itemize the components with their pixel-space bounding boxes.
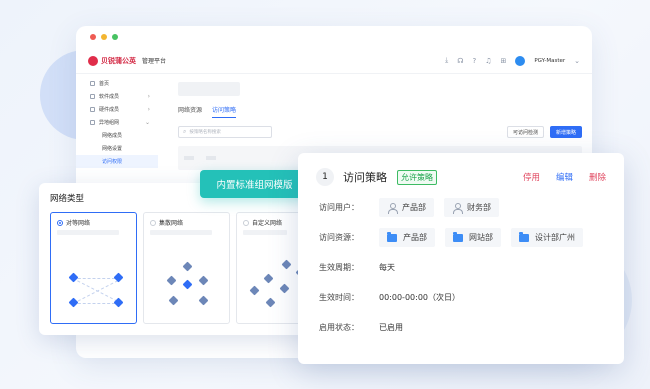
user-group-chip: 财务部	[444, 198, 499, 217]
sidebar-item-label: 访问权限	[102, 159, 123, 165]
brand-logo-icon	[88, 55, 98, 66]
sidebar-item-label: 网络设置	[102, 146, 123, 152]
policy-card-header: 1 访问策略 允许策略 停用 编辑 删除	[316, 168, 606, 186]
time-label: 生效时间：	[319, 293, 359, 302]
edit-button[interactable]: 编辑	[556, 171, 573, 183]
radio-button[interactable]	[57, 219, 63, 226]
user-group-chip: 产品部	[379, 198, 434, 217]
help-icon[interactable]: ?	[472, 57, 476, 65]
sidebar-item-label: 首页	[99, 81, 110, 87]
chip-label: 产品部	[402, 203, 426, 212]
close-window-button[interactable]	[90, 34, 96, 40]
description-placeholder	[150, 230, 212, 235]
bell-icon[interactable]: ♫	[485, 57, 491, 65]
sidebar-item-label: 硬件成员	[99, 107, 120, 113]
search-input[interactable]: ⌕ 按策略名称搜索	[178, 126, 272, 138]
network-type-label: 自定义网络	[252, 220, 283, 227]
network-type-label: 对等网络	[66, 220, 91, 227]
sidebar-item-label: 异地组网	[99, 120, 120, 126]
chip-label: 设计部广州	[535, 233, 575, 242]
policy-row-users: 访问用户： 产品部 财务部	[316, 198, 606, 217]
peer-network-diagram-icon	[57, 253, 130, 315]
sidebar-item-software-members[interactable]: 软件成员 ›	[76, 90, 158, 103]
period-value: 每天	[379, 263, 395, 272]
avatar[interactable]	[515, 55, 526, 66]
users-label: 访问用户：	[319, 203, 359, 212]
tab-bar: 网络资源 访问策略	[178, 105, 582, 118]
software-icon	[90, 94, 95, 99]
hub-network-diagram-icon	[150, 253, 223, 315]
network-type-option-peer[interactable]: 对等网络	[50, 212, 137, 324]
chip-label: 产品部	[403, 233, 427, 242]
status-value: 已启用	[379, 323, 403, 332]
sidebar-item-network-settings[interactable]: 网络设置	[76, 142, 158, 155]
folder-icon	[387, 231, 397, 242]
time-value: 00:00-00:00（次日）	[379, 293, 460, 302]
maximize-window-button[interactable]	[112, 34, 118, 40]
description-placeholder	[243, 230, 287, 235]
search-icon: ⌕	[183, 128, 187, 135]
home-icon	[90, 81, 95, 86]
status-label: 启用状态：	[319, 323, 359, 332]
sidebar-item-home[interactable]: 首页	[76, 77, 158, 90]
tab-access-policy[interactable]: 访问策略	[212, 105, 237, 118]
tab-network-resources[interactable]: 网络资源	[178, 105, 202, 118]
policy-title: 访问策略	[343, 171, 387, 184]
chevron-down-icon[interactable]: ⌄	[574, 57, 580, 65]
chip-label: 网站部	[469, 233, 493, 242]
resource-chip: 设计部广州	[511, 228, 583, 247]
page-title-placeholder	[178, 82, 240, 96]
radio-button[interactable]	[150, 219, 156, 226]
chevron-down-icon: ⌄	[144, 119, 150, 126]
sidebar-item-label: 网络成员	[102, 133, 123, 139]
policy-row-time: 生效时间： 00:00-00:00（次日）	[316, 288, 606, 307]
sidebar-item-label: 软件成员	[99, 94, 120, 100]
delete-button[interactable]: 删除	[589, 171, 606, 183]
hardware-icon	[90, 107, 95, 112]
status-badge: 允许策略	[397, 169, 437, 185]
sidebar-item-remote-network[interactable]: 异地组网 ⌄	[76, 116, 158, 129]
download-icon[interactable]: ⤓	[445, 56, 448, 65]
template-banner: 内置标准组网模版	[200, 170, 309, 198]
network-type-label: 集散网络	[159, 220, 184, 227]
network-icon	[90, 120, 95, 125]
network-type-card: 网络类型 对等网络 集散网络 自定义网络	[39, 183, 335, 335]
search-placeholder: 按策略名称搜索	[189, 130, 221, 135]
sidebar-item-access-permissions[interactable]: 访问权限	[76, 155, 158, 168]
minimize-window-button[interactable]	[101, 34, 107, 40]
platform-name: 管理平台	[142, 58, 167, 65]
window-titlebar	[76, 26, 592, 48]
sidebar-item-hardware-members[interactable]: 硬件成员 ›	[76, 103, 158, 116]
resource-chip: 产品部	[379, 228, 435, 247]
brand-logo-text: 贝锐蒲公英	[101, 56, 136, 65]
chevron-right-icon: ›	[147, 93, 150, 100]
top-navbar: 贝锐蒲公英 管理平台 ⤓ ☊ ? ♫ ⊞ PGY-Master ⌄	[76, 48, 592, 74]
access-check-button[interactable]: 可访问检测	[506, 126, 544, 138]
user-icon	[387, 202, 398, 214]
resource-chip: 网站部	[445, 228, 501, 247]
policy-row-resources: 访问资源： 产品部 网站部 设计部广州	[316, 228, 606, 247]
policy-row-status: 启用状态： 已启用	[316, 318, 606, 337]
add-policy-button[interactable]: 新增策略	[549, 126, 582, 138]
user-name[interactable]: PGY-Master	[534, 58, 565, 64]
radio-button[interactable]	[243, 219, 249, 226]
policy-row-period: 生效周期： 每天	[316, 258, 606, 277]
user-icon	[452, 202, 463, 214]
sidebar-item-network-members[interactable]: 网络成员	[76, 129, 158, 142]
headset-icon[interactable]: ☊	[457, 57, 463, 65]
policy-toolbar: ⌕ 按策略名称搜索 可访问检测 新增策略	[178, 126, 582, 138]
policy-index: 1	[316, 168, 334, 186]
period-label: 生效周期：	[319, 263, 359, 272]
resources-label: 访问资源：	[319, 233, 359, 242]
chevron-right-icon: ›	[147, 106, 150, 113]
folder-icon	[519, 231, 529, 242]
folder-icon	[453, 231, 463, 242]
disable-button[interactable]: 停用	[523, 171, 540, 183]
chip-label: 财务部	[467, 203, 491, 212]
access-policy-card: 1 访问策略 允许策略 停用 编辑 删除 访问用户： 产品部 财务部 访问资源：	[298, 153, 624, 364]
description-placeholder	[57, 230, 119, 235]
grid-apps-icon[interactable]: ⊞	[500, 57, 506, 65]
network-type-option-hub[interactable]: 集散网络	[143, 212, 230, 324]
